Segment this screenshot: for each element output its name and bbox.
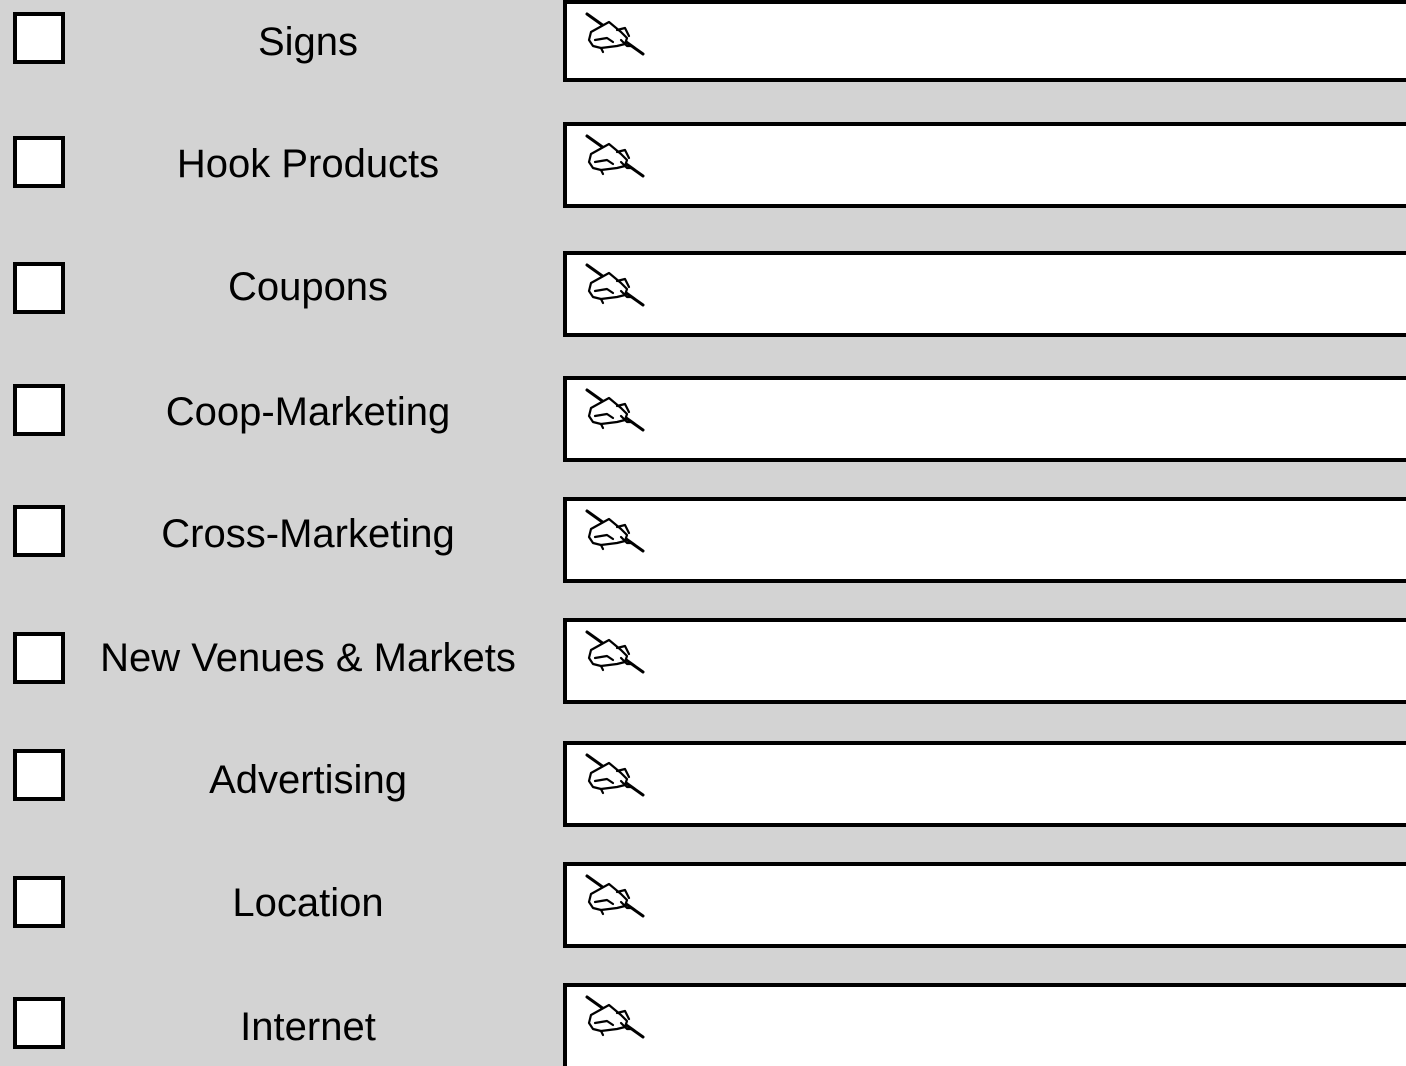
checklist-row-new-venues-markets: New Venues & Markets: [0, 618, 1406, 704]
internet-checkbox[interactable]: [13, 997, 65, 1049]
checklist-row-hook-products: Hook Products: [0, 122, 1406, 208]
writing-hand-icon: [585, 509, 645, 553]
writing-hand-icon: [585, 388, 645, 432]
coupons-label: Coupons: [227, 265, 389, 309]
checklist-row-advertising: Advertising: [0, 741, 1406, 827]
coupons-notes-field[interactable]: [563, 251, 1406, 337]
location-checkbox[interactable]: [13, 876, 65, 928]
coupons-checkbox[interactable]: [13, 262, 65, 314]
writing-hand-icon: [585, 12, 645, 56]
advertising-notes-field[interactable]: [563, 741, 1406, 827]
cross-marketing-label: Cross-Marketing: [161, 512, 455, 556]
checklist-row-coupons: Coupons: [0, 251, 1406, 337]
coop-marketing-label: Coop-Marketing: [165, 390, 451, 434]
cross-marketing-checkbox[interactable]: [13, 505, 65, 557]
location-label: Location: [232, 881, 384, 925]
writing-hand-icon: [585, 630, 645, 674]
writing-hand-icon: [585, 263, 645, 307]
signs-notes-field[interactable]: [563, 0, 1406, 82]
internet-label: Internet: [240, 1005, 376, 1049]
new-venues-markets-notes-field[interactable]: [563, 618, 1406, 704]
coop-marketing-checkbox[interactable]: [13, 384, 65, 436]
hook-products-notes-field[interactable]: [563, 122, 1406, 208]
hook-products-checkbox[interactable]: [13, 136, 65, 188]
checklist-row-internet: Internet: [0, 983, 1406, 1066]
advertising-checkbox[interactable]: [13, 749, 65, 801]
checklist-row-cross-marketing: Cross-Marketing: [0, 497, 1406, 583]
checklist-row-coop-marketing: Coop-Marketing: [0, 376, 1406, 462]
writing-hand-icon: [585, 753, 645, 797]
signs-label: Signs: [257, 20, 359, 64]
coop-marketing-notes-field[interactable]: [563, 376, 1406, 462]
hook-products-label: Hook Products: [176, 142, 440, 186]
cross-marketing-notes-field[interactable]: [563, 497, 1406, 583]
internet-notes-field[interactable]: [563, 983, 1406, 1066]
checklist-row-location: Location: [0, 862, 1406, 948]
writing-hand-icon: [585, 134, 645, 178]
new-venues-markets-checkbox[interactable]: [13, 632, 65, 684]
advertising-label: Advertising: [209, 758, 407, 802]
location-notes-field[interactable]: [563, 862, 1406, 948]
checklist-row-signs: Signs: [0, 0, 1406, 84]
writing-hand-icon: [585, 995, 645, 1039]
signs-checkbox[interactable]: [13, 12, 65, 64]
writing-hand-icon: [585, 874, 645, 918]
marketing-checklist-form: Signs Hook Products Coupons Coop-Marketi…: [0, 0, 1406, 1066]
new-venues-markets-label: New Venues & Markets: [100, 636, 516, 680]
